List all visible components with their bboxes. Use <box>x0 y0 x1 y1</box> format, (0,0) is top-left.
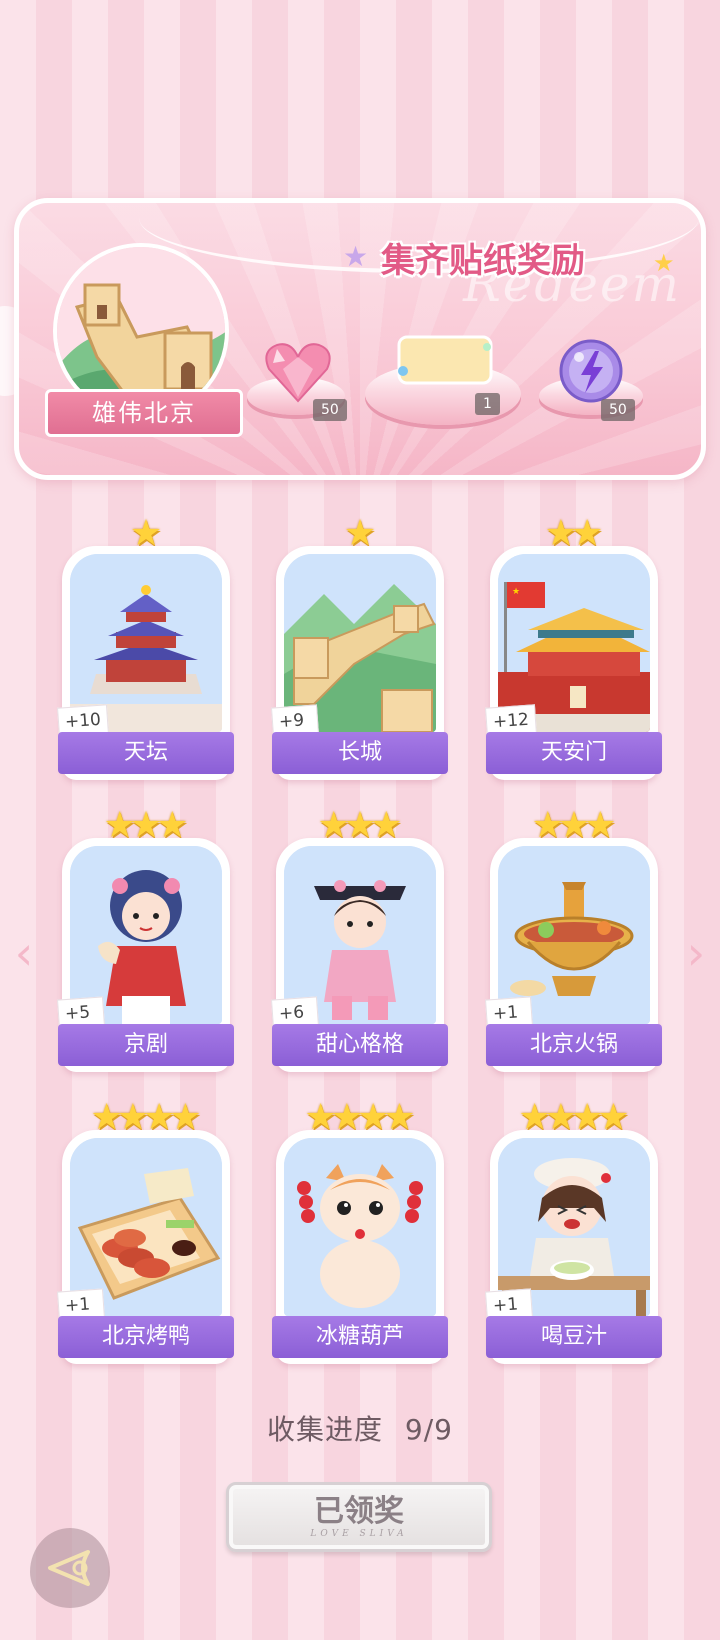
claimed-button-sublabel: LOVE SLIVA <box>310 1529 408 1539</box>
card-label: 甜心格格 <box>272 1024 448 1066</box>
sticker-card[interactable]: ★★★ +6 甜心格格 <box>271 808 448 1072</box>
card-label: 北京烤鸭 <box>58 1316 234 1358</box>
candied-haws-cat-icon <box>284 1138 436 1316</box>
card-label: 喝豆汁 <box>486 1316 662 1358</box>
sticker-card[interactable]: ★ +10 天坛 <box>57 516 234 780</box>
sticker-card[interactable]: ★★★ +1 北京火锅 <box>485 808 662 1072</box>
progress-value: 9/9 <box>404 1413 453 1446</box>
sticker-card[interactable]: ★ +9 长城 <box>271 516 448 780</box>
reward-count: 50 <box>313 399 347 421</box>
card-label: 北京火锅 <box>486 1024 662 1066</box>
reward-count: 1 <box>475 393 500 415</box>
star-decoration-icon: ★ <box>343 240 369 273</box>
sticker-card[interactable]: ★★★★ +1 北京烤鸭 <box>57 1100 234 1364</box>
card-label: 天安门 <box>486 732 662 774</box>
reward-banner: Redeem ★ 集齐贴纸奖励 ★ 雄伟北京 50 1 50 <box>14 198 706 480</box>
location-ribbon: 雄伟北京 <box>45 389 243 437</box>
back-button[interactable] <box>30 1528 110 1608</box>
sticker-card[interactable]: ★★★★ +1 喝豆汁 <box>485 1100 662 1364</box>
progress-label: 收集进度 <box>267 1413 384 1446</box>
claimed-button[interactable]: 已领奖 LOVE SLIVA <box>226 1482 492 1552</box>
sticker-card-icon <box>393 333 497 393</box>
back-arrow-icon <box>48 1550 90 1586</box>
card-label: 天坛 <box>58 732 234 774</box>
star-decoration-icon: ★ <box>653 249 675 277</box>
card-label: 冰糖葫芦 <box>272 1316 448 1358</box>
reward-count: 50 <box>601 399 635 421</box>
sticker-card[interactable]: ★★★ +5 京剧 <box>57 808 234 1072</box>
prev-page-chevron-icon[interactable]: ‹ <box>4 928 44 978</box>
sticker-card[interactable]: ★★ ★ +12 天安门 <box>485 516 662 780</box>
card-label: 长城 <box>272 732 448 774</box>
card-label: 京剧 <box>58 1024 234 1066</box>
claimed-button-label: 已领奖 <box>314 1494 404 1529</box>
banner-title: 集齐贴纸奖励 <box>381 241 585 281</box>
collection-progress: 收集进度 9/9 <box>0 1408 720 1448</box>
svg-text:★: ★ <box>512 587 520 597</box>
sticker-card[interactable]: ★★★★ 冰糖葫芦 <box>272 1100 448 1364</box>
next-page-chevron-icon[interactable]: › <box>676 928 716 978</box>
